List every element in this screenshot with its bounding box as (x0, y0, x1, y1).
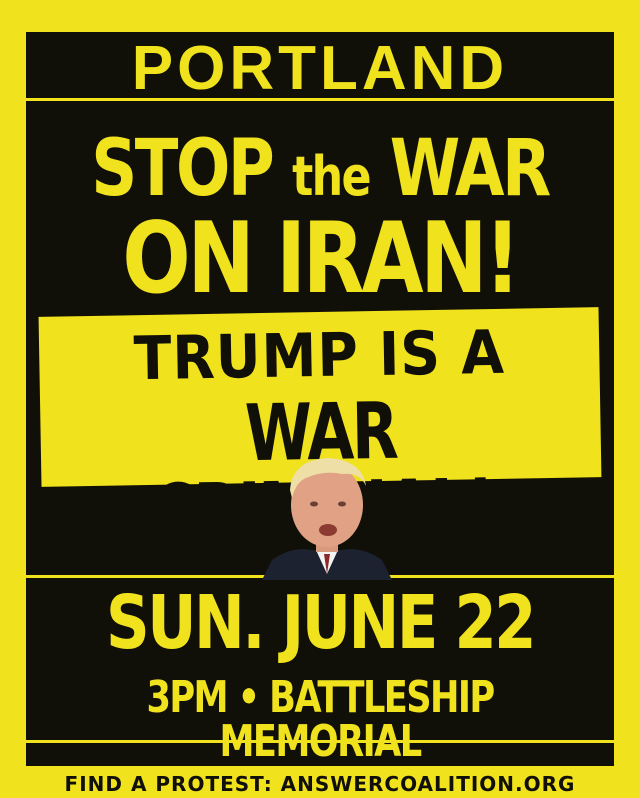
city-title: PORTLAND (131, 33, 509, 103)
event-time-location: 3PM • BATTLESHIP MEMORIAL (146, 672, 495, 767)
event-date: SUN. JUNE 22 (105, 580, 537, 666)
footer-link-text: FIND A PROTEST: ANSWERCOALITION.ORG (64, 772, 576, 796)
headline-the: the (292, 145, 371, 208)
slogan-line-1: TRUMP IS A (133, 317, 506, 395)
headline-stop: STOP (91, 124, 275, 214)
headline-war: WAR (389, 124, 552, 214)
person-portrait-icon (262, 450, 392, 580)
headline-line-1: STOP the WAR (79, 130, 561, 208)
headline-line-2: ON IRAN! (122, 202, 520, 316)
